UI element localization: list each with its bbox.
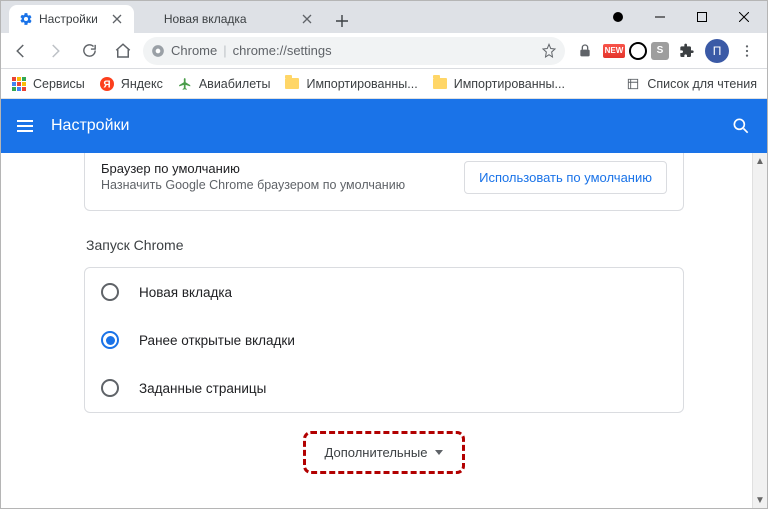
omnibox[interactable]: Chrome | chrome://settings (143, 37, 565, 65)
omnibox-url: chrome://settings (233, 43, 332, 58)
scroll-down-icon[interactable]: ▼ (755, 492, 765, 508)
toolbar-extensions: NEW S П (571, 37, 761, 65)
radio-icon (101, 283, 119, 301)
profile-avatar[interactable]: П (705, 39, 729, 63)
radio-icon (101, 379, 119, 397)
startup-section-title: Запуск Chrome (86, 237, 684, 253)
startup-option-pages[interactable]: Заданные страницы (85, 364, 683, 412)
tab-label: Новая вкладка (164, 12, 247, 26)
default-browser-title: Браузер по умолчанию (101, 161, 405, 176)
maximize-button[interactable] (683, 3, 721, 31)
settings-content: Браузер по умолчанию Назначить Google Ch… (1, 153, 767, 508)
menu-icon[interactable] (733, 37, 761, 65)
gear-icon (19, 12, 33, 26)
extension-new-badge[interactable]: NEW (603, 44, 625, 58)
reading-list-button[interactable]: Список для чтения (625, 76, 757, 92)
extension-lock-icon[interactable] (571, 37, 599, 65)
startup-option-newtab[interactable]: Новая вкладка (85, 268, 683, 316)
window-controls (641, 3, 763, 31)
reading-list-icon (625, 76, 641, 92)
folder-icon (284, 76, 300, 92)
bookmark-imported-2[interactable]: Импортированны... (432, 76, 565, 92)
forward-button[interactable] (41, 37, 69, 65)
tab-new[interactable]: Новая вкладка (134, 5, 324, 33)
reload-button[interactable] (75, 37, 103, 65)
star-icon[interactable] (541, 43, 557, 59)
account-indicator-icon[interactable] (613, 12, 623, 22)
extension-circle-icon[interactable] (629, 42, 647, 60)
settings-header: Настройки (1, 99, 767, 153)
extensions-icon[interactable] (673, 37, 701, 65)
bookmark-apps[interactable]: Сервисы (11, 76, 85, 92)
home-button[interactable] (109, 37, 137, 65)
apps-icon (11, 76, 27, 92)
settings-title: Настройки (51, 117, 129, 135)
startup-option-continue[interactable]: Ранее открытые вкладки (85, 316, 683, 364)
scrollbar[interactable]: ▲ ▼ (752, 153, 767, 508)
bookmarks-bar: Сервисы Я Яндекс Авиабилеты Импортирован… (1, 69, 767, 99)
startup-options: Новая вкладка Ранее открытые вкладки Зад… (84, 267, 684, 413)
tab-strip: Настройки Новая вкладка (1, 1, 354, 33)
chevron-down-icon (435, 450, 443, 455)
tab-label: Настройки (39, 12, 98, 26)
browser-window: Настройки Новая вкладка (0, 0, 768, 509)
omnibox-prefix: Chrome (171, 43, 217, 58)
back-button[interactable] (7, 37, 35, 65)
new-tab-button[interactable] (330, 9, 354, 33)
bookmark-aviabilety[interactable]: Авиабилеты (177, 76, 271, 92)
toolbar: Chrome | chrome://settings NEW S П (1, 33, 767, 69)
close-tab-icon[interactable] (300, 12, 314, 26)
folder-icon (432, 76, 448, 92)
titlebar: Настройки Новая вкладка (1, 1, 767, 33)
bookmark-yandex[interactable]: Я Яндекс (99, 76, 163, 92)
set-default-button[interactable]: Использовать по умолчанию (464, 161, 667, 194)
extension-s-icon[interactable]: S (651, 42, 669, 60)
minimize-button[interactable] (641, 3, 679, 31)
settings-search-icon[interactable] (731, 116, 751, 136)
plane-icon (177, 76, 193, 92)
default-browser-subtitle: Назначить Google Chrome браузером по умо… (101, 178, 405, 192)
yandex-icon: Я (99, 76, 115, 92)
advanced-button[interactable]: Дополнительные (311, 437, 458, 468)
radio-icon (101, 331, 119, 349)
svg-text:Я: Я (103, 79, 110, 90)
close-window-button[interactable] (725, 3, 763, 31)
scroll-up-icon[interactable]: ▲ (755, 153, 765, 169)
default-browser-card: Браузер по умолчанию Назначить Google Ch… (84, 153, 684, 211)
close-tab-icon[interactable] (110, 12, 124, 26)
chrome-icon (151, 44, 165, 58)
hamburger-icon[interactable] (17, 120, 33, 132)
globe-icon (144, 12, 158, 26)
tab-settings[interactable]: Настройки (9, 5, 134, 33)
bookmark-imported-1[interactable]: Импортированны... (284, 76, 417, 92)
